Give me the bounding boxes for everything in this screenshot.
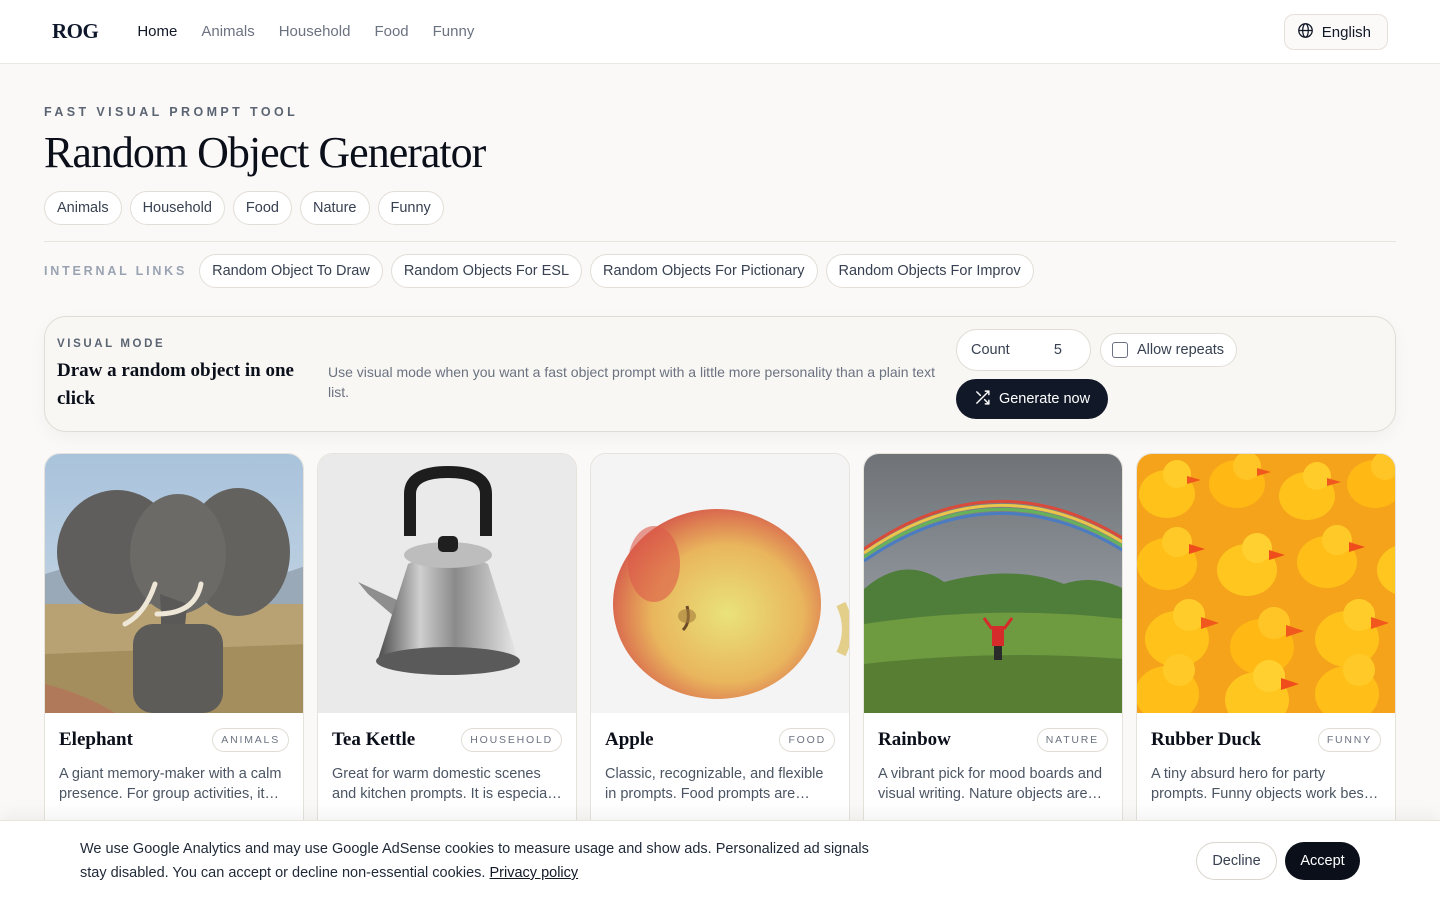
category-badge: FOOD xyxy=(779,728,835,752)
object-card[interactable]: Rubber Duck FUNNY A tiny absurd hero for… xyxy=(1136,453,1396,853)
top-navigation-bar: ROG Home Animals Household Food Funny En… xyxy=(0,0,1440,64)
object-card[interactable]: Tea Kettle HOUSEHOLD Great for warm dome… xyxy=(317,453,577,853)
card-title: Elephant xyxy=(59,729,133,750)
card-description: Great for warm domestic scenes and kitch… xyxy=(332,766,561,802)
card-title: Apple xyxy=(605,729,654,750)
object-card[interactable]: Elephant ANIMALS A giant memory-maker wi… xyxy=(44,453,304,853)
object-card[interactable]: Apple FOOD Classic, recognizable, and fl… xyxy=(590,453,850,853)
count-field[interactable]: Count 5 xyxy=(956,329,1091,371)
card-title: Tea Kettle xyxy=(332,729,416,750)
category-badge: NATURE xyxy=(1036,728,1108,752)
category-chips: Animals Household Food Nature Funny xyxy=(44,191,1396,225)
language-selector[interactable]: English xyxy=(1283,14,1388,50)
link-random-objects-for-esl[interactable]: Random Objects For ESL xyxy=(390,254,583,288)
cookie-text-block: We use Google Analytics and may use Goog… xyxy=(80,837,880,885)
site-logo[interactable]: ROG xyxy=(52,19,99,44)
card-header: Tea Kettle HOUSEHOLD xyxy=(332,728,562,752)
card-header: Rubber Duck FUNNY xyxy=(1151,728,1381,752)
main-nav: Home Animals Household Food Funny xyxy=(137,23,474,40)
category-chip-animals[interactable]: Animals xyxy=(44,191,122,225)
main-content: FAST VISUAL PROMPT TOOL Random Object Ge… xyxy=(0,105,1440,853)
accept-button[interactable]: Accept xyxy=(1285,842,1360,880)
card-body: Tea Kettle HOUSEHOLD Great for warm dome… xyxy=(318,713,576,804)
link-random-objects-for-improv[interactable]: Random Objects For Improv xyxy=(825,254,1034,288)
count-value[interactable]: 5 xyxy=(1054,342,1062,358)
generate-button[interactable]: Generate now xyxy=(956,379,1108,419)
cookie-consent-bar: We use Google Analytics and may use Goog… xyxy=(0,820,1440,900)
card-body: Elephant ANIMALS A giant memory-maker wi… xyxy=(45,713,303,804)
internal-links: INTERNAL LINKS Random Object To Draw Ran… xyxy=(44,254,1396,288)
category-chip-nature[interactable]: Nature xyxy=(299,191,370,225)
decline-button[interactable]: Decline xyxy=(1196,842,1277,880)
card-description: Classic, recognizable, and flexible in p… xyxy=(605,766,824,802)
card-description: A giant memory-maker with a calm presenc… xyxy=(59,766,282,802)
rubber-duck-image xyxy=(1137,454,1395,713)
category-chip-food[interactable]: Food xyxy=(232,191,292,225)
link-random-objects-for-pictionary[interactable]: Random Objects For Pictionary xyxy=(590,254,818,288)
elephant-image xyxy=(45,454,303,713)
count-label: Count xyxy=(971,342,1010,358)
card-header: Rainbow NATURE xyxy=(878,728,1108,752)
visual-mode-panel: VISUAL MODE Draw a random object in one … xyxy=(44,316,1396,432)
privacy-policy-link[interactable]: Privacy policy xyxy=(490,865,579,881)
card-header: Elephant ANIMALS xyxy=(59,728,289,752)
nav-household[interactable]: Household xyxy=(279,23,351,40)
rainbow-image xyxy=(864,454,1122,713)
card-title: Rainbow xyxy=(878,729,951,750)
language-label: English xyxy=(1321,23,1371,41)
object-card[interactable]: Rainbow NATURE A vibrant pick for mood b… xyxy=(863,453,1123,853)
cookie-message: We use Google Analytics and may use Goog… xyxy=(80,841,869,881)
visual-mode-heading: Draw a random object in one click xyxy=(57,360,294,409)
category-chip-household[interactable]: Household xyxy=(129,191,225,225)
visual-mode-label: VISUAL MODE xyxy=(57,338,166,350)
card-description: A vibrant pick for mood boards and visua… xyxy=(878,766,1103,802)
card-title: Rubber Duck xyxy=(1151,729,1261,750)
generate-label: Generate now xyxy=(998,391,1091,407)
allow-repeats-toggle[interactable]: Allow repeats xyxy=(1100,333,1238,367)
internal-links-label: INTERNAL LINKS xyxy=(44,264,188,278)
object-cards: Elephant ANIMALS A giant memory-maker wi… xyxy=(44,453,1396,853)
tea-kettle-image xyxy=(318,454,576,713)
category-badge: HOUSEHOLD xyxy=(461,728,562,752)
card-body: Apple FOOD Classic, recognizable, and fl… xyxy=(591,713,849,804)
category-badge: ANIMALS xyxy=(212,728,289,752)
card-description: A tiny absurd hero for party prompts. Fu… xyxy=(1151,766,1368,802)
visual-mode-description: Use visual mode when you want a fast obj… xyxy=(328,364,935,400)
link-random-object-to-draw[interactable]: Random Object To Draw xyxy=(199,254,383,288)
nav-funny[interactable]: Funny xyxy=(433,23,475,40)
section-divider xyxy=(44,241,1396,242)
card-body: Rainbow NATURE A vibrant pick for mood b… xyxy=(864,713,1122,804)
allow-repeats-checkbox[interactable] xyxy=(1112,342,1128,358)
shuffle-icon xyxy=(974,389,991,410)
nav-animals[interactable]: Animals xyxy=(201,23,254,40)
allow-repeats-label: Allow repeats xyxy=(1137,342,1225,358)
page-title: Random Object Generator xyxy=(44,128,486,177)
category-chip-funny[interactable]: Funny xyxy=(377,191,444,225)
nav-food[interactable]: Food xyxy=(374,23,408,40)
card-body: Rubber Duck FUNNY A tiny absurd hero for… xyxy=(1137,713,1395,804)
nav-home[interactable]: Home xyxy=(137,23,177,40)
apple-image xyxy=(591,454,849,713)
hero-eyebrow: FAST VISUAL PROMPT TOOL xyxy=(44,105,299,119)
globe-icon xyxy=(1297,22,1314,43)
category-badge: FUNNY xyxy=(1317,728,1381,752)
card-header: Apple FOOD xyxy=(605,728,835,752)
